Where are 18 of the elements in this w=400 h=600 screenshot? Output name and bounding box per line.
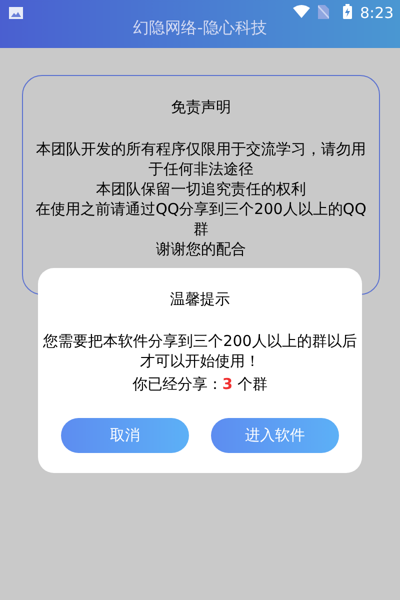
disclaimer-title: 免责声明 <box>171 97 231 118</box>
status-time: 8:23 <box>360 3 394 24</box>
shared-label: 你已经分享： <box>132 374 222 394</box>
battery-charging-icon <box>343 4 352 19</box>
disclaimer-text: 本团队保留一切追究责任的权利 <box>96 178 306 198</box>
app-title: 幻隐网络-隐心科技 <box>133 20 267 36</box>
cancel-button[interactable]: 取消 <box>61 418 189 452</box>
disclaimer-text: 谢谢您的配合 <box>156 238 246 258</box>
no-sim-icon <box>318 5 329 19</box>
dialog-title: 温馨提示 <box>170 289 230 310</box>
dialog-message: 您需要把本软件分享到三个200人以上的群以后才可以开始使用！ <box>42 330 358 370</box>
enter-button[interactable]: 进入软件 <box>211 418 339 452</box>
image-icon <box>9 7 23 19</box>
shared-unit: 个群 <box>238 374 268 394</box>
disclaimer-text: 在使用之前请通过QQ分享到三个200人以上的QQ群 <box>34 198 368 238</box>
wifi-icon <box>293 5 310 18</box>
disclaimer-text: 本团队开发的所有程序仅限用于交流学习，请勿用于任何非法途径 <box>35 138 367 178</box>
shared-count: 3 <box>222 374 233 394</box>
